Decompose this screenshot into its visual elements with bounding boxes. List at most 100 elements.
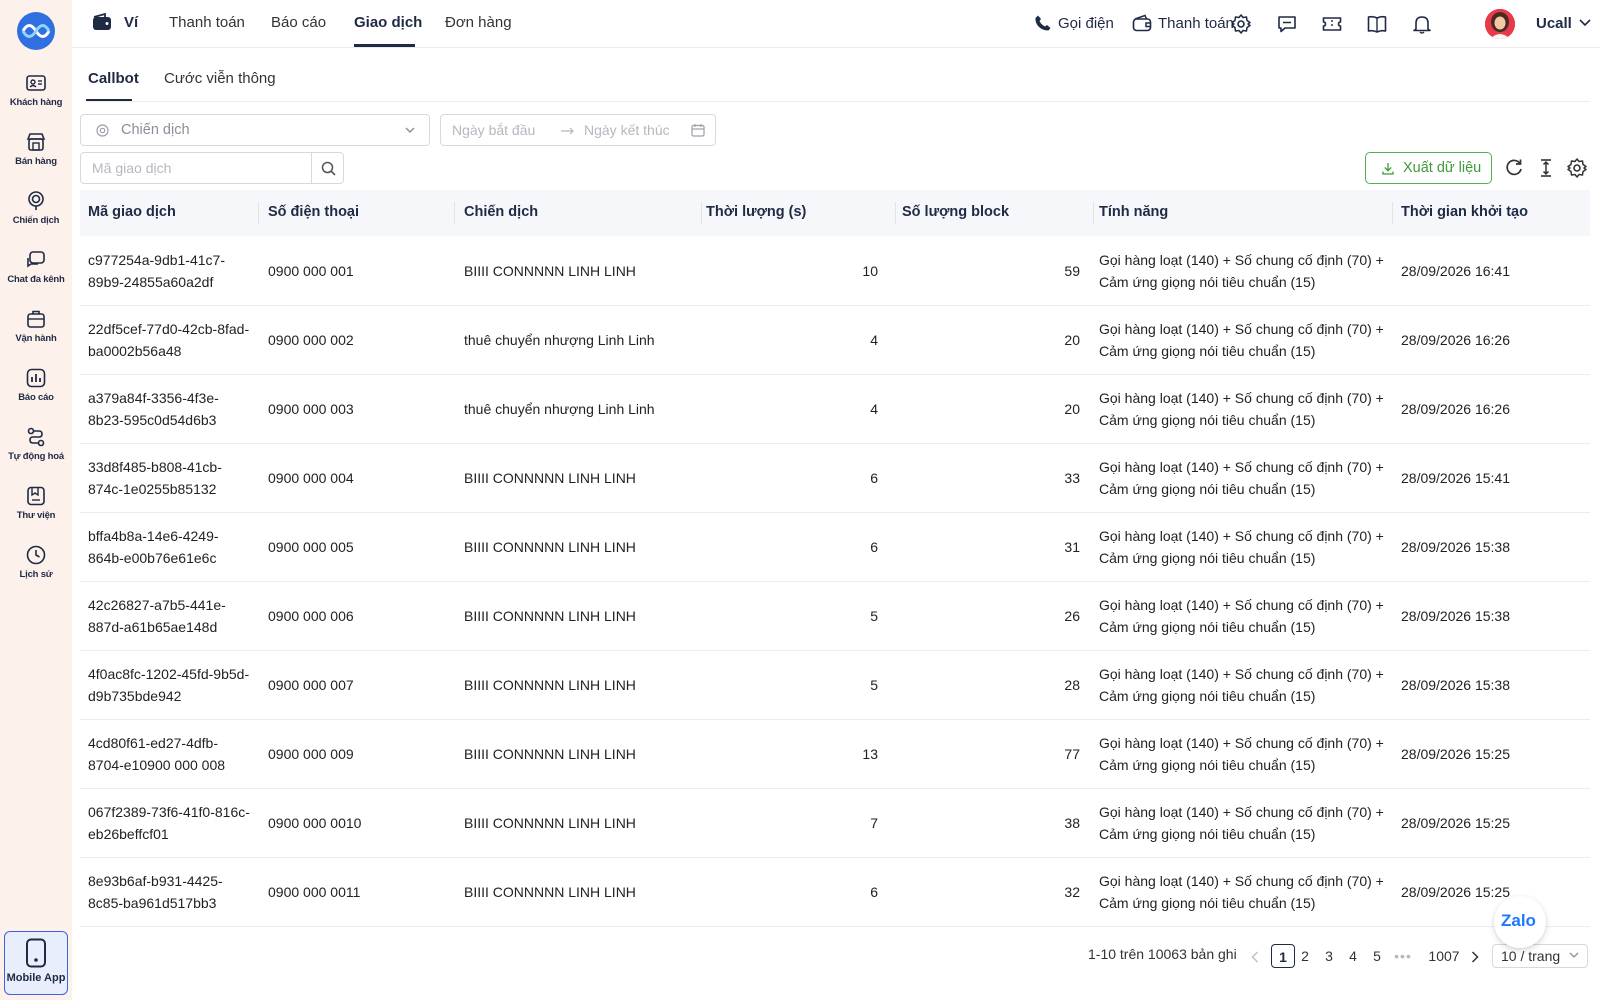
- cell-duration: 20: [1064, 332, 1080, 348]
- start-date-input[interactable]: Ngày bắt đầu: [452, 122, 535, 138]
- pagination-ellipsis[interactable]: •••: [1391, 944, 1415, 968]
- table-row[interactable]: 4cd80f61-ed27-4dfb- 8704-e10900 000 008 09…: [80, 720, 1590, 789]
- cell-block-count: 4: [870, 401, 878, 417]
- sidebar-item-reports[interactable]: Báo cáo: [0, 367, 72, 403]
- cell-duration: 31: [1064, 539, 1080, 555]
- table-row[interactable]: 42c26827-a7b5-441e- 887d-a61b65ae148d 0900…: [80, 582, 1590, 651]
- table-row[interactable]: c977254a-9db1-41c7- 89b9-24855a60a2df 0900…: [80, 237, 1590, 306]
- refresh-icon[interactable]: [1503, 157, 1525, 179]
- sidebar-item-library[interactable]: Thư viện: [0, 485, 72, 521]
- pagination-page[interactable]: 5: [1369, 944, 1385, 968]
- sidebar-item-operations[interactable]: Vận hành: [0, 308, 72, 344]
- cell-block-count: 6: [870, 470, 878, 486]
- end-date-input[interactable]: Ngày kết thúc: [584, 122, 670, 138]
- arrow-right-icon: [561, 127, 574, 135]
- cell-transaction-id: c977254a-9db1-41c7- 89b9-24855a60a2df: [88, 249, 225, 293]
- date-range-picker[interactable]: Ngày bắt đầu Ngày kết thúc: [440, 114, 716, 146]
- nav-link-orders[interactable]: Đơn hàng: [445, 14, 512, 31]
- sidebar-item-automation[interactable]: Tự động hoá: [0, 426, 72, 462]
- book-icon[interactable]: [1366, 13, 1388, 35]
- cell-features: Gọi hàng loạt (140) + Số chung cố định (…: [1099, 525, 1384, 569]
- username[interactable]: Ucall: [1536, 15, 1572, 32]
- call-button[interactable]: Gọi điện: [1034, 14, 1114, 32]
- app-logo-icon[interactable]: [14, 10, 58, 52]
- search-button[interactable]: [311, 153, 343, 183]
- cell-created-time: 28/09/2026 15:38: [1401, 608, 1510, 624]
- pagination-page[interactable]: 3: [1321, 944, 1337, 968]
- zalo-chat-button[interactable]: Zalo: [1494, 896, 1546, 948]
- chevron-down-icon[interactable]: [1579, 19, 1591, 27]
- pagination-total: 1-10 trên 10063 bản ghi: [1088, 946, 1237, 962]
- briefcase-icon: [27, 310, 45, 328]
- cell-transaction-id-line: 42c26827-a7b5-441e-: [88, 597, 226, 613]
- column-divider: [701, 202, 702, 224]
- cell-features: Gọi hàng loạt (140) + Số chung cố định (…: [1099, 318, 1384, 362]
- cell-transaction-id-line: 33d8f485-b808-41cb-: [88, 459, 222, 475]
- automation-icon: [27, 427, 45, 447]
- table-settings-icon[interactable]: [1566, 157, 1588, 179]
- settings-icon[interactable]: [1230, 13, 1252, 35]
- cell-transaction-id: 4cd80f61-ed27-4dfb- 8704-e10900 000 008: [88, 732, 225, 776]
- cell-phone: 0900 000 001: [268, 263, 354, 279]
- topup-button[interactable]: Thanh toán: [1132, 14, 1234, 32]
- sidebar-item-omnichannel-chat[interactable]: Chat đa kênh: [0, 249, 72, 285]
- sidebar-item-campaigns[interactable]: Chiến dịch: [0, 190, 72, 226]
- wallet-icon: [93, 13, 111, 30]
- cell-created-time: 28/09/2026 15:38: [1401, 677, 1510, 693]
- tab-telecom-fee[interactable]: Cước viễn thông: [164, 70, 276, 87]
- avatar[interactable]: [1485, 9, 1515, 39]
- table-header: Mã giao dịch Số điện thoại Chiến dịch Th…: [80, 190, 1590, 236]
- nav-link-reports[interactable]: Báo cáo: [271, 14, 326, 31]
- prev-page-icon[interactable]: [1251, 951, 1259, 963]
- page-size-select[interactable]: 10 / trang: [1492, 944, 1588, 968]
- mobile-app-button[interactable]: Mobile App: [4, 931, 68, 995]
- message-icon[interactable]: [1276, 13, 1298, 35]
- header-phone: Số điện thoại: [268, 204, 360, 220]
- cell-transaction-id: bffa4b8a-14e6-4249- 864b-e00b76e61e6c: [88, 525, 219, 569]
- cell-campaign: BIIII CONNNNN LINH LINH: [464, 746, 636, 762]
- pagination-page[interactable]: 1007: [1424, 944, 1464, 968]
- zalo-label: Zalo: [1501, 911, 1536, 930]
- table-row[interactable]: 8e93b6af-b931-4425- 8c85-ba961d517bb3 0900…: [80, 858, 1590, 927]
- table-row[interactable]: 33d8f485-b808-41cb- 874c-1e0255b85132 0900…: [80, 444, 1590, 513]
- sidebar-item-history[interactable]: Lịch sử: [0, 544, 72, 580]
- tab-callbot[interactable]: Callbot: [88, 70, 139, 87]
- call-button-label: Gọi điện: [1058, 14, 1114, 32]
- cell-campaign: BIIII CONNNNN LINH LINH: [464, 470, 636, 486]
- cell-transaction-id: 4f0ac8fc-1202-45fd-9b5d-d9b735bde942: [88, 663, 249, 707]
- library-icon: [27, 486, 45, 506]
- cell-created-time: 28/09/2026 15:41: [1401, 470, 1510, 486]
- table-row[interactable]: 4f0ac8fc-1202-45fd-9b5d-d9b735bde942 0900…: [80, 651, 1590, 720]
- search-input[interactable]: Mã giao dịch: [92, 160, 171, 176]
- cell-campaign: BIIII CONNNNN LINH LINH: [464, 677, 636, 693]
- sidebar-item-sales[interactable]: Bán hàng: [0, 131, 72, 167]
- nav-link-transactions[interactable]: Giao dịch: [354, 14, 422, 31]
- export-data-button[interactable]: Xuất dữ liệu: [1365, 152, 1492, 184]
- cell-phone: 0900 000 0011: [268, 884, 361, 900]
- table-row[interactable]: 22df5cef-77d0-42cb-8fad-ba0002b56a48 0900…: [80, 306, 1590, 375]
- next-page-icon[interactable]: [1471, 951, 1479, 963]
- cell-duration: 26: [1064, 608, 1080, 624]
- nav-link-payment[interactable]: Thanh toán: [169, 14, 245, 31]
- active-tab-indicator: [86, 99, 132, 101]
- cell-duration: 20: [1064, 401, 1080, 417]
- table-row[interactable]: 067f2389-73f6-41f0-816c-eb26beffcf01 0900…: [80, 789, 1590, 858]
- column-height-icon[interactable]: [1535, 157, 1557, 179]
- pagination-page[interactable]: 4: [1345, 944, 1361, 968]
- cell-transaction-id-line: 8c85-ba961d517bb3: [88, 895, 217, 911]
- sidebar-item-label: Tự động hoá: [8, 451, 64, 462]
- pagination-page[interactable]: 2: [1297, 944, 1313, 968]
- cell-features-line: Gọi hàng loạt (140) + Số chung cố định (…: [1099, 804, 1384, 820]
- cell-transaction-id: 8e93b6af-b931-4425- 8c85-ba961d517bb3: [88, 870, 223, 914]
- campaign-select[interactable]: Chiến dịch: [80, 114, 430, 146]
- nav-wallet[interactable]: Ví: [92, 13, 138, 31]
- sidebar-item-customers[interactable]: Khách hàng: [0, 72, 72, 108]
- table-row[interactable]: bffa4b8a-14e6-4249- 864b-e00b76e61e6c 0900…: [80, 513, 1590, 582]
- cell-campaign: BIIII CONNNNN LINH LINH: [464, 884, 636, 900]
- ticket-icon[interactable]: [1321, 13, 1343, 35]
- pagination-page[interactable]: 1: [1271, 944, 1295, 968]
- notification-bell-icon[interactable]: [1411, 13, 1433, 35]
- table-row[interactable]: a379a84f-3356-4f3e- 8b23-595c0d54d6b3 0900…: [80, 375, 1590, 444]
- cell-transaction-id: 22df5cef-77d0-42cb-8fad-ba0002b56a48: [88, 318, 249, 362]
- customer-card-icon: [26, 75, 46, 91]
